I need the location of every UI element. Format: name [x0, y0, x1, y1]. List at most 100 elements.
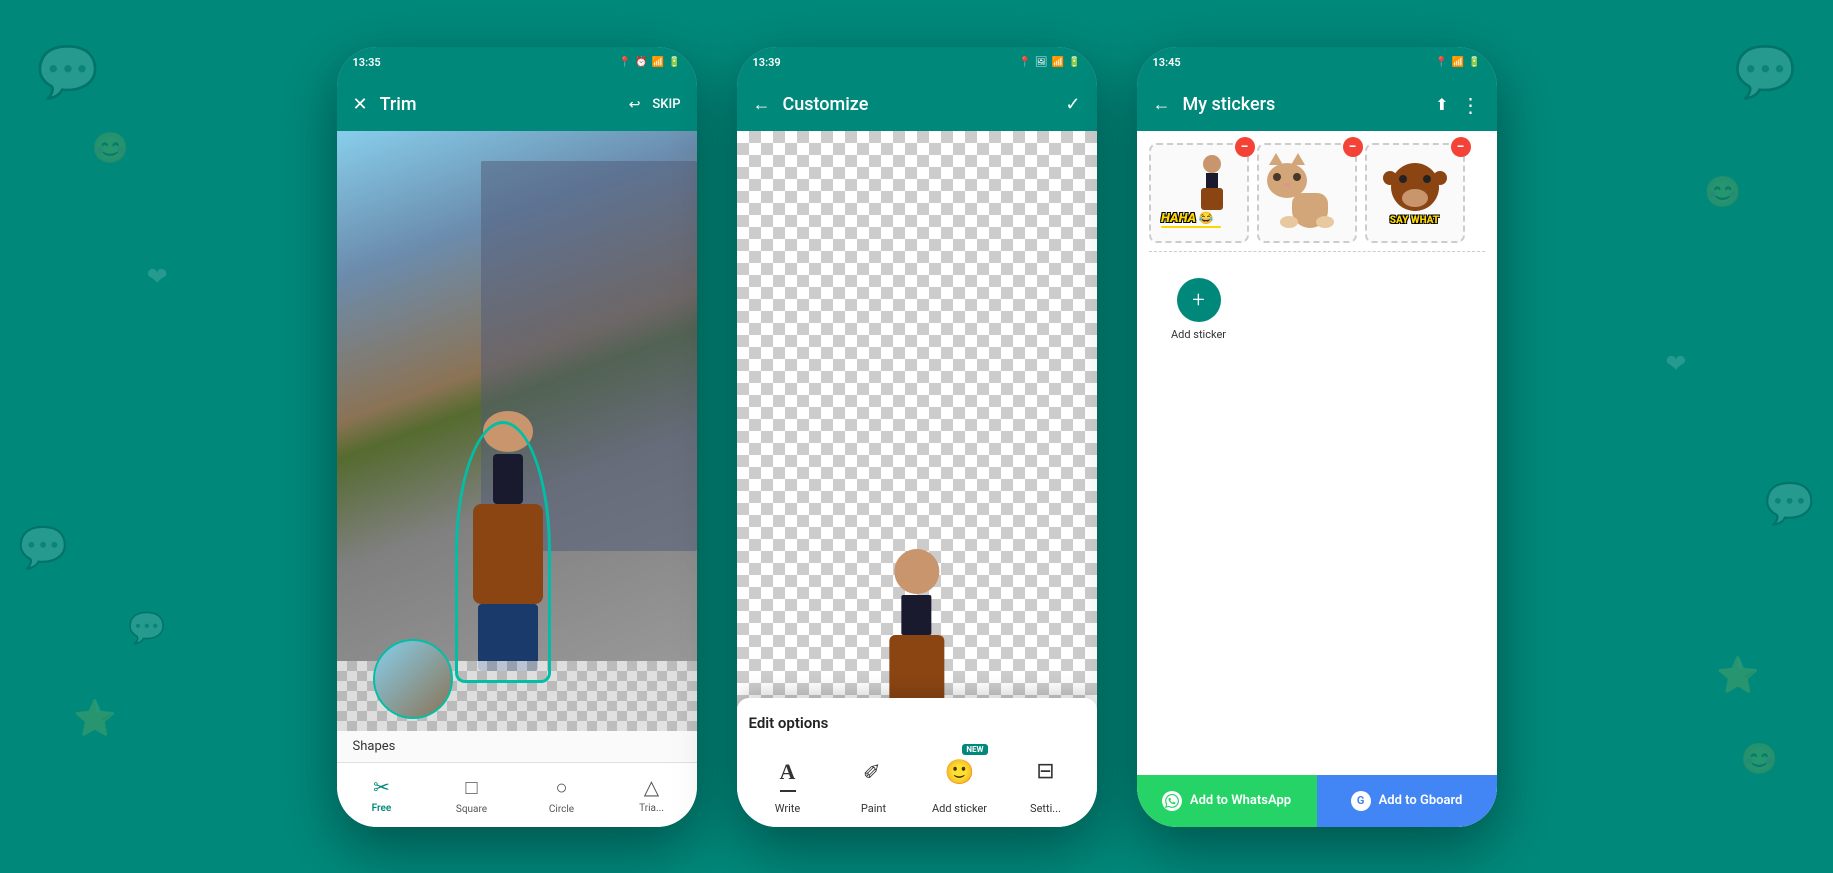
tool-triangle[interactable]: △ Tria...: [607, 771, 697, 819]
battery-icon2: 🔋: [1068, 57, 1080, 68]
more-icon[interactable]: ⋮: [1461, 93, 1481, 117]
tool-circle[interactable]: ○ Circle: [517, 771, 607, 819]
triangle-label: Tria...: [639, 803, 664, 814]
square-icon: □: [465, 775, 477, 800]
paint-icon: ✏: [858, 756, 889, 787]
settings-icon-wrap: ⊟: [1022, 748, 1070, 796]
add-sticker-text: Add sticker: [1171, 328, 1226, 341]
add-to-gboard-button[interactable]: G Add to Gboard: [1317, 775, 1497, 827]
edit-option-add-sticker[interactable]: 🙂 NEW Add sticker: [921, 748, 999, 815]
battery-icon: 🔋: [668, 57, 680, 68]
photo-icon: 🖼: [1035, 57, 1048, 68]
phones-container: 13:35 📍 ⏰ 📶 🔋 ✕ Trim ↩ SKIP: [337, 47, 1497, 827]
customize-phone: 13:39 📍 🖼 📶 🔋 ← Customize ✓: [737, 47, 1097, 827]
delete-badge-3[interactable]: −: [1451, 137, 1471, 157]
wifi-icon2: 📶: [1452, 57, 1464, 68]
tool-free[interactable]: ✂ Free: [337, 771, 427, 819]
customize-canvas: HAHA 😂 Edit options A: [737, 131, 1097, 827]
free-icon: ✂: [373, 775, 390, 799]
write-label: Write: [775, 802, 800, 815]
trim-image-area: [337, 131, 697, 731]
edit-options-sheet: Edit options A Write: [737, 698, 1097, 827]
location-icon: 📍: [619, 57, 631, 68]
undo-icon[interactable]: ↩: [629, 97, 641, 113]
shapes-text: Shapes: [353, 739, 396, 754]
my-stickers-title: My stickers: [1183, 94, 1424, 115]
sticker-item-cat[interactable]: −: [1257, 143, 1357, 243]
triangle-icon: △: [644, 775, 659, 799]
trim-toolbar: ✕ Trim ↩ SKIP: [337, 79, 697, 131]
my-stickers-content: − HAHA: [1137, 131, 1497, 827]
customize-time: 13:39: [753, 56, 781, 69]
customize-phone-screen: 13:39 📍 🖼 📶 🔋 ← Customize ✓: [737, 47, 1097, 827]
add-sticker-plus-icon: +: [1177, 278, 1221, 322]
my-stickers-status-bar: 13:45 📍 📶 🔋: [1137, 47, 1497, 79]
edit-option-write[interactable]: A Write: [749, 748, 827, 815]
gboard-label: Add to Gboard: [1379, 793, 1463, 808]
google-icon: G: [1351, 791, 1371, 811]
circle-icon: ○: [555, 775, 567, 800]
add-to-whatsapp-button[interactable]: Add to WhatsApp: [1137, 775, 1317, 827]
my-stickers-toolbar: ← My stickers ⬆ ⋮: [1137, 79, 1497, 131]
whatsapp-icon: [1162, 791, 1182, 811]
square-label: Square: [456, 804, 487, 815]
write-icon-wrap: A: [764, 748, 812, 796]
bottom-buttons: Add to WhatsApp G Add to Gboard: [1137, 775, 1497, 827]
customize-status-icons: 📍 🖼 📶 🔋: [1018, 57, 1080, 68]
delete-badge-2[interactable]: −: [1343, 137, 1363, 157]
stickers-grid: − HAHA: [1137, 131, 1497, 775]
paint-icon-wrap: ✏: [850, 748, 898, 796]
trim-time: 13:35: [353, 56, 381, 69]
sticker-haha-img: HAHA 😂: [1159, 153, 1239, 233]
my-stickers-screen: 13:45 📍 📶 🔋 ← My stickers ⬆ ⋮ −: [1137, 47, 1497, 827]
back-icon2[interactable]: ←: [1153, 94, 1171, 115]
divider-line: [1149, 251, 1485, 252]
my-stickers-time: 13:45: [1153, 56, 1181, 69]
edit-options-row: A Write ✏ Paint: [749, 748, 1085, 815]
skip-button[interactable]: SKIP: [652, 97, 680, 112]
tool-square[interactable]: □ Square: [427, 771, 517, 819]
alarm-icon: ⏰: [635, 57, 647, 68]
edit-options-title: Edit options: [749, 714, 1085, 732]
free-label: Free: [372, 803, 392, 814]
customize-toolbar: ← Customize ✓: [737, 79, 1097, 131]
settings-label: Setti...: [1030, 802, 1061, 815]
edit-option-settings[interactable]: ⊟ Setti...: [1007, 748, 1085, 815]
new-badge: NEW: [962, 744, 987, 755]
delete-badge-1[interactable]: −: [1235, 137, 1255, 157]
paint-label: Paint: [861, 802, 886, 815]
back-icon[interactable]: ←: [753, 94, 771, 115]
share-icon[interactable]: ⬆: [1435, 95, 1448, 114]
sticker-item-haha[interactable]: − HAHA: [1149, 143, 1249, 243]
trim-photo: [337, 131, 697, 731]
trim-phone-screen: 13:35 📍 ⏰ 📶 🔋 ✕ Trim ↩ SKIP: [337, 47, 697, 827]
my-stickers-status-icons: 📍 📶 🔋: [1435, 57, 1480, 68]
sticker-item-monkey[interactable]: −: [1365, 143, 1465, 243]
customize-status-bar: 13:39 📍 🖼 📶 🔋: [737, 47, 1097, 79]
add-sticker-icon: 🙂: [945, 758, 975, 786]
battery-icon3: 🔋: [1468, 57, 1480, 68]
add-sticker-icon-wrap: 🙂 NEW: [936, 748, 984, 796]
trim-phone: 13:35 📍 ⏰ 📶 🔋 ✕ Trim ↩ SKIP: [337, 47, 697, 827]
customize-title: Customize: [783, 94, 1054, 115]
add-sticker-button[interactable]: + Add sticker: [1149, 260, 1249, 360]
write-icon: A: [780, 759, 796, 785]
trim-bottom-tools[interactable]: ✂ Free □ Square ○ Circle △ Tria...: [337, 762, 697, 827]
wifi-icon: 📶: [1052, 57, 1064, 68]
location-icon2: 📍: [1018, 57, 1030, 68]
trim-status-icons: 📍 ⏰ 📶 🔋: [619, 57, 681, 68]
signal-icon: 📶: [652, 57, 664, 68]
shapes-label: Shapes: [337, 731, 697, 762]
sticker-monkey-img: SAY WHAT: [1375, 153, 1455, 233]
check-icon[interactable]: ✓: [1065, 94, 1080, 115]
close-icon[interactable]: ✕: [353, 94, 368, 115]
my-stickers-phone: 13:45 📍 📶 🔋 ← My stickers ⬆ ⋮ −: [1137, 47, 1497, 827]
stickers-divider-row: [1149, 251, 1485, 252]
add-sticker-label: Add sticker: [932, 802, 987, 815]
trim-title: Trim: [380, 94, 617, 115]
location-icon3: 📍: [1435, 57, 1447, 68]
edit-option-paint[interactable]: ✏ Paint: [835, 748, 913, 815]
settings-icon: ⊟: [1036, 759, 1054, 784]
circle-label: Circle: [549, 804, 574, 815]
whatsapp-label: Add to WhatsApp: [1190, 793, 1291, 808]
